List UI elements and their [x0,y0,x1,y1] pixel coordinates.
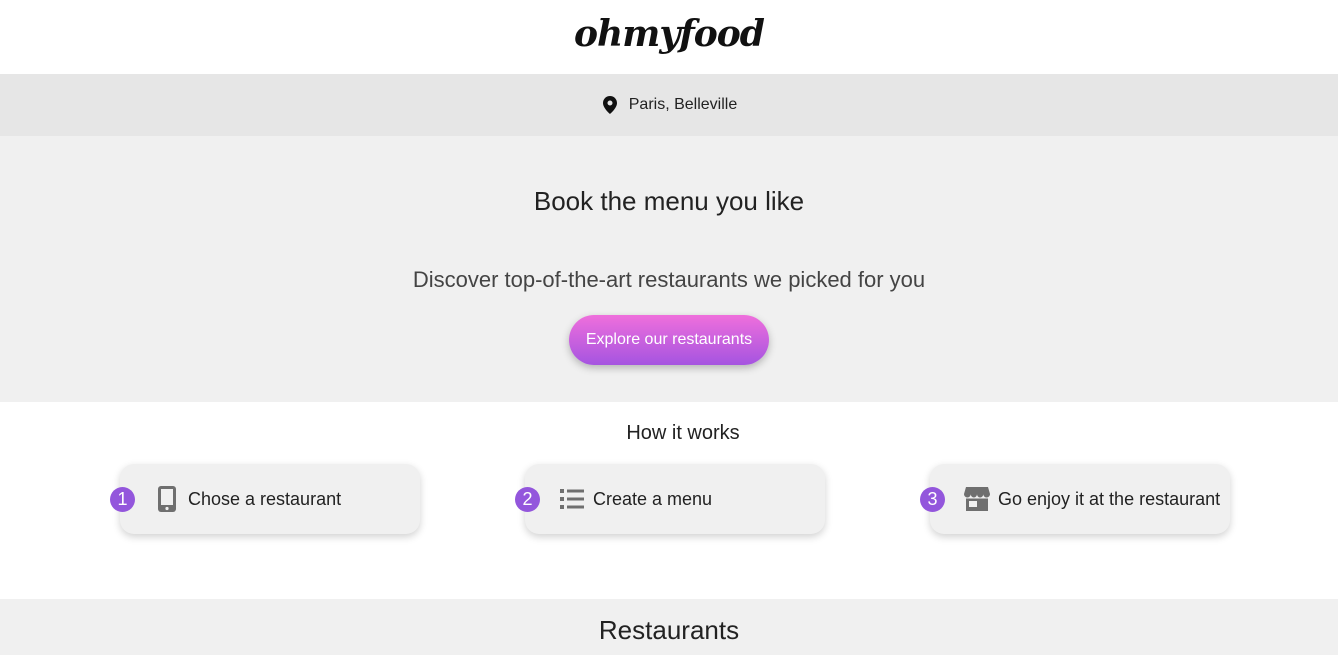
site-header: ohmyfood [0,0,1338,74]
list-icon [559,486,585,512]
hero-subtitle: Discover top-of-the-art restaurants we p… [412,267,926,292]
step-label: Create a menu [593,488,713,509]
explore-restaurants-button[interactable]: Explore our restaurants [569,315,769,365]
hero-title: Book the menu you like [533,186,805,216]
hero-section: Book the menu you like Discover top-of-t… [0,136,1338,402]
restaurants-title: Restaurants [598,615,740,645]
step-card-3[interactable]: 3 Go enjoy it at the restaurant [920,464,1230,534]
how-it-works-title: How it works [626,422,740,444]
step-label: Go enjoy it at the restaurant [998,488,1221,509]
step-number: 2 [515,487,540,512]
location-text: Paris, Belleville [628,96,738,113]
step-label: Chose a restaurant [188,488,342,509]
step-number: 1 [110,487,135,512]
step-card-2[interactable]: 2 Create a menu [515,464,825,534]
mobile-phone-icon [154,486,180,512]
site-logo[interactable]: ohmyfood [574,16,765,52]
store-icon [964,486,990,512]
restaurants-section: Restaurants [0,599,1338,655]
step-card-1[interactable]: 1 Chose a restaurant [110,464,420,534]
location-bar: Paris, Belleville [0,74,1338,136]
step-number: 3 [920,487,945,512]
map-pin-icon [601,96,619,114]
how-it-works-section: How it works 1 Chose a restaurant 2 Crea… [0,402,1338,599]
